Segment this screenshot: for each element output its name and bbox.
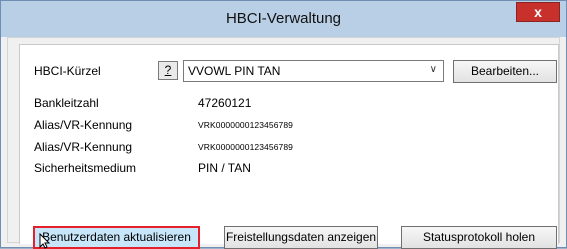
alias-label-1: Alias/VR-Kennung: [34, 118, 133, 132]
help-button[interactable]: ?: [158, 61, 178, 80]
fetch-status-log-button[interactable]: Statusprotokoll holen: [401, 226, 557, 249]
kuerzel-combo[interactable]: VVOWL PIN TAN ∨: [183, 60, 444, 82]
update-user-data-button[interactable]: Benutzerdaten aktualisieren: [33, 226, 200, 249]
alias-value-1: VRK0000000123456789: [198, 120, 294, 130]
title-bar: HBCI-Verwaltung x: [1, 1, 566, 37]
hbci-dialog-window: HBCI-Verwaltung x HBCI-Kürzel ? VVOWL PI…: [0, 0, 567, 249]
show-bpd-button[interactable]: Freistellungsdaten anzeigen: [224, 226, 378, 249]
window-title: HBCI-Verwaltung: [225, 10, 342, 27]
edit-button[interactable]: Bearbeiten...: [453, 60, 557, 83]
chevron-down-icon: ∨: [429, 64, 437, 75]
security-medium-value: PIN / TAN: [198, 161, 251, 175]
kuerzel-combo-value: VVOWL PIN TAN: [188, 64, 281, 78]
mouse-cursor-icon: [39, 233, 51, 249]
kuerzel-label: HBCI-Kürzel: [34, 64, 101, 78]
alias-value-2: VRK0000000123456789: [198, 142, 294, 152]
bank-code-value: 47260121: [198, 96, 252, 110]
alias-label-2: Alias/VR-Kennung: [34, 140, 133, 154]
bank-code-label: Bankleitzahl: [34, 96, 99, 110]
close-button[interactable]: x: [516, 2, 560, 22]
security-medium-label: Sicherheitsmedium: [34, 161, 137, 175]
